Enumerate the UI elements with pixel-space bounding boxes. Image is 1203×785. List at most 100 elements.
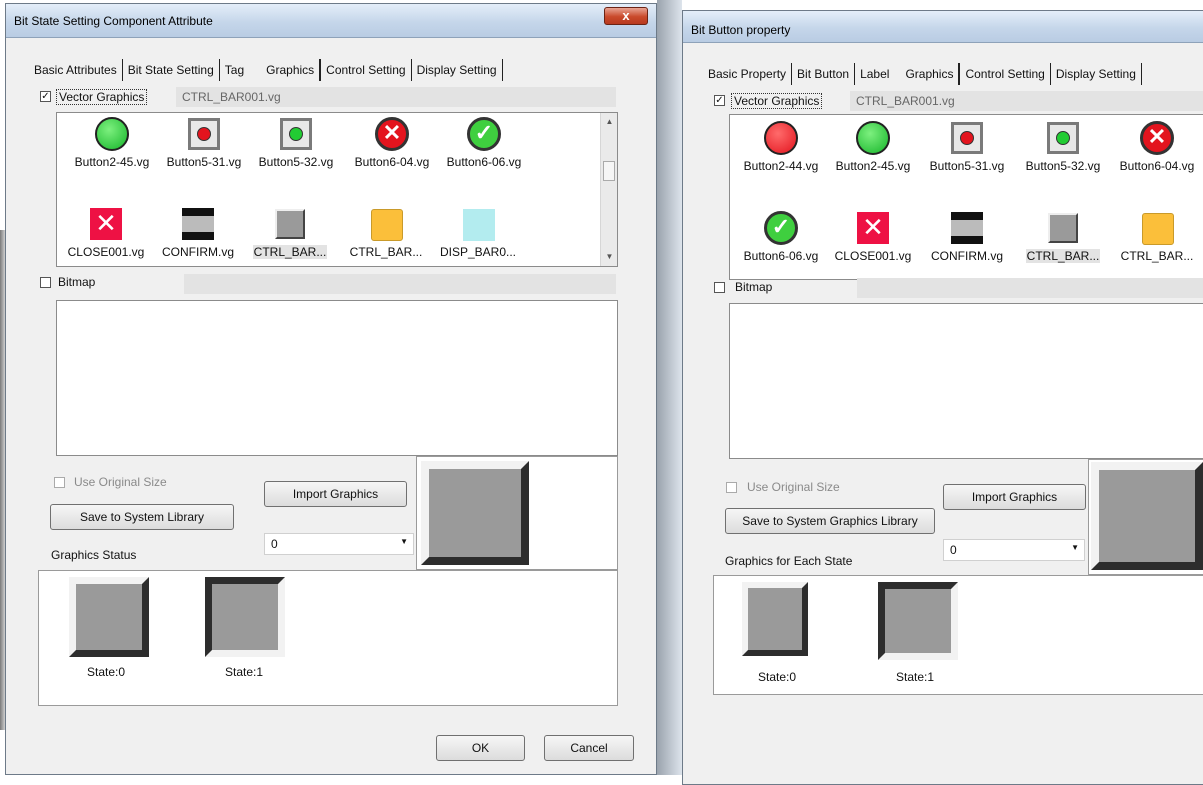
right-item-button2-44[interactable]: Button2-44.vg <box>734 119 828 173</box>
red-circle-icon <box>762 119 800 157</box>
right-item-button2-45[interactable]: Button2-45.vg <box>826 119 920 173</box>
left-item-button5-31[interactable]: Button5-31.vg <box>157 115 251 169</box>
left-state-list[interactable]: State:0 State:1 <box>38 570 618 706</box>
left-graphics-status-label: Graphics Status <box>51 548 137 562</box>
right-item-close001[interactable]: ✕ CLOSE001.vg <box>826 209 920 263</box>
right-state0-label: State:0 <box>758 670 797 684</box>
left-state-select-value: 0 <box>271 537 278 551</box>
right-preview-image <box>1091 462 1203 570</box>
left-tab-bar: Basic Attributes Bit State Setting Tag Grap… <box>29 59 503 81</box>
right-bitmap-list[interactable] <box>729 303 1203 459</box>
left-use-original-size-checkbox[interactable] <box>54 477 65 488</box>
left-state1-image[interactable] <box>205 577 285 657</box>
right-vector-label: Vector Graphics <box>731 93 823 109</box>
left-ok-button[interactable]: OK <box>436 735 525 761</box>
left-item-button2-45[interactable]: Button2-45.vg <box>65 115 159 169</box>
right-item-ctrl-bar-grey[interactable]: CTRL_BAR... <box>1016 209 1110 263</box>
left-tab-tag[interactable]: Tag <box>220 59 249 81</box>
left-tab-graphics[interactable]: Graphics <box>261 59 321 81</box>
left-tab-control-setting[interactable]: Control Setting <box>320 59 412 81</box>
left-window-title: Bit State Setting Component Attribute <box>14 14 213 28</box>
left-item-ctrl-bar-orange[interactable]: CTRL_BAR... <box>339 205 433 259</box>
left-item-close001[interactable]: ✕ CLOSE001.vg <box>59 205 153 259</box>
right-tab-basic-property[interactable]: Basic Property <box>703 63 793 85</box>
right-tab-bit-button[interactable]: Bit Button <box>792 63 856 85</box>
framed-green-button-icon <box>277 115 315 153</box>
right-state1-image[interactable] <box>878 582 958 660</box>
green-check-circle-icon: ✓ <box>762 209 800 247</box>
green-circle-icon <box>854 119 892 157</box>
right-item-confirm[interactable]: CONFIRM.vg <box>920 209 1014 263</box>
right-state0-image[interactable] <box>742 582 808 656</box>
left-import-graphics-button[interactable]: Import Graphics <box>264 481 407 507</box>
left-bitmap-checkbox[interactable] <box>40 277 51 288</box>
right-vector-checkbox[interactable]: ✓ <box>714 95 725 106</box>
green-check-circle-icon: ✓ <box>465 115 503 153</box>
right-tab-control-setting[interactable]: Control Setting <box>959 63 1051 85</box>
left-vector-checkbox[interactable]: ✓ <box>40 91 51 102</box>
right-item-button5-31[interactable]: Button5-31.vg <box>920 119 1014 173</box>
left-state1-label: State:1 <box>225 665 264 679</box>
framed-red-button-icon <box>185 115 223 153</box>
left-item-disp-bar[interactable]: DISP_BAR0... <box>431 205 525 259</box>
right-item-button6-06[interactable]: ✓ Button6-06.vg <box>734 209 828 263</box>
left-bitmap-list[interactable] <box>56 300 618 456</box>
left-vector-label: Vector Graphics <box>56 89 148 105</box>
window-separator <box>657 0 682 775</box>
right-import-graphics-button[interactable]: Import Graphics <box>943 484 1086 510</box>
left-state-select[interactable]: 0 ▼ <box>264 533 414 555</box>
right-tab-display-setting[interactable]: Display Setting <box>1051 63 1142 85</box>
right-use-original-size-checkbox[interactable] <box>726 482 737 493</box>
right-graphics-preview <box>1088 459 1203 575</box>
right-save-to-library-button[interactable]: Save to System Graphics Library <box>725 508 935 534</box>
green-circle-icon <box>93 115 131 153</box>
left-item-button6-06[interactable]: ✓ Button6-06.vg <box>437 115 531 169</box>
right-state-select[interactable]: 0 ▼ <box>943 539 1085 561</box>
framed-green-button-icon <box>1044 119 1082 157</box>
red-x-circle-icon: ✕ <box>1138 119 1176 157</box>
scroll-up-icon[interactable]: ▲ <box>601 115 617 129</box>
left-graphics-preview <box>416 456 618 570</box>
right-bitmap-checkbox[interactable] <box>714 282 725 293</box>
chevron-down-icon[interactable]: ▼ <box>400 537 408 546</box>
right-window-title: Bit Button property <box>691 23 791 37</box>
left-tab-display-setting[interactable]: Display Setting <box>412 59 503 81</box>
left-bitmap-file <box>184 274 616 294</box>
left-item-ctrl-bar-grey[interactable]: CTRL_BAR... <box>243 205 337 259</box>
right-item-button5-32[interactable]: Button5-32.vg <box>1016 119 1110 173</box>
left-tab-basic-attributes[interactable]: Basic Attributes <box>29 59 123 81</box>
orange-square-icon <box>1138 209 1176 247</box>
right-tab-label[interactable]: Label <box>855 63 894 85</box>
left-item-button5-32[interactable]: Button5-32.vg <box>249 115 343 169</box>
framed-red-button-icon <box>948 119 986 157</box>
left-state0-label: State:0 <box>87 665 126 679</box>
right-bitmap-file <box>857 278 1203 298</box>
right-state1-label: State:1 <box>896 670 935 684</box>
left-tab-bit-state-setting[interactable]: Bit State Setting <box>123 59 220 81</box>
left-item-confirm[interactable]: CONFIRM.vg <box>151 205 245 259</box>
right-state-list[interactable]: State:0 State:1 <box>713 575 1203 695</box>
right-bitmap-label: Bitmap <box>735 280 773 294</box>
right-vector-list[interactable]: Button2-44.vg Button2-45.vg Button5-31.v… <box>729 114 1203 280</box>
left-vector-file: CTRL_BAR001.vg <box>176 87 616 107</box>
right-titlebar: Bit Button property <box>683 11 1203 43</box>
red-close-square-icon: ✕ <box>87 205 125 243</box>
orange-square-icon <box>367 205 405 243</box>
chevron-down-icon[interactable]: ▼ <box>1071 543 1079 552</box>
right-tab-bar: Basic Property Bit Button Label Graphics Con… <box>703 63 1142 85</box>
left-use-original-size-label: Use Original Size <box>74 475 167 489</box>
left-dialog-window: Bit State Setting Component Attribute x … <box>5 3 657 775</box>
right-tab-graphics[interactable]: Graphics <box>900 63 960 85</box>
left-save-to-library-button[interactable]: Save to System Library <box>50 504 234 530</box>
left-vector-scrollbar[interactable]: ▲ ▼ <box>600 113 617 266</box>
right-item-button6-04[interactable]: ✕ Button6-04.vg <box>1110 119 1203 173</box>
left-vector-list[interactable]: Button2-45.vg Button5-31.vg Button5-32.v… <box>56 112 618 267</box>
scroll-down-icon[interactable]: ▼ <box>601 250 617 264</box>
left-close-button[interactable]: x <box>604 7 648 25</box>
left-cancel-button[interactable]: Cancel <box>544 735 634 761</box>
right-item-ctrl-bar-orange[interactable]: CTRL_BAR... <box>1110 209 1203 263</box>
cyan-square-icon <box>459 205 497 243</box>
scroll-thumb[interactable] <box>603 161 615 181</box>
left-state0-image[interactable] <box>69 577 149 657</box>
left-item-button6-04[interactable]: ✕ Button6-04.vg <box>345 115 439 169</box>
